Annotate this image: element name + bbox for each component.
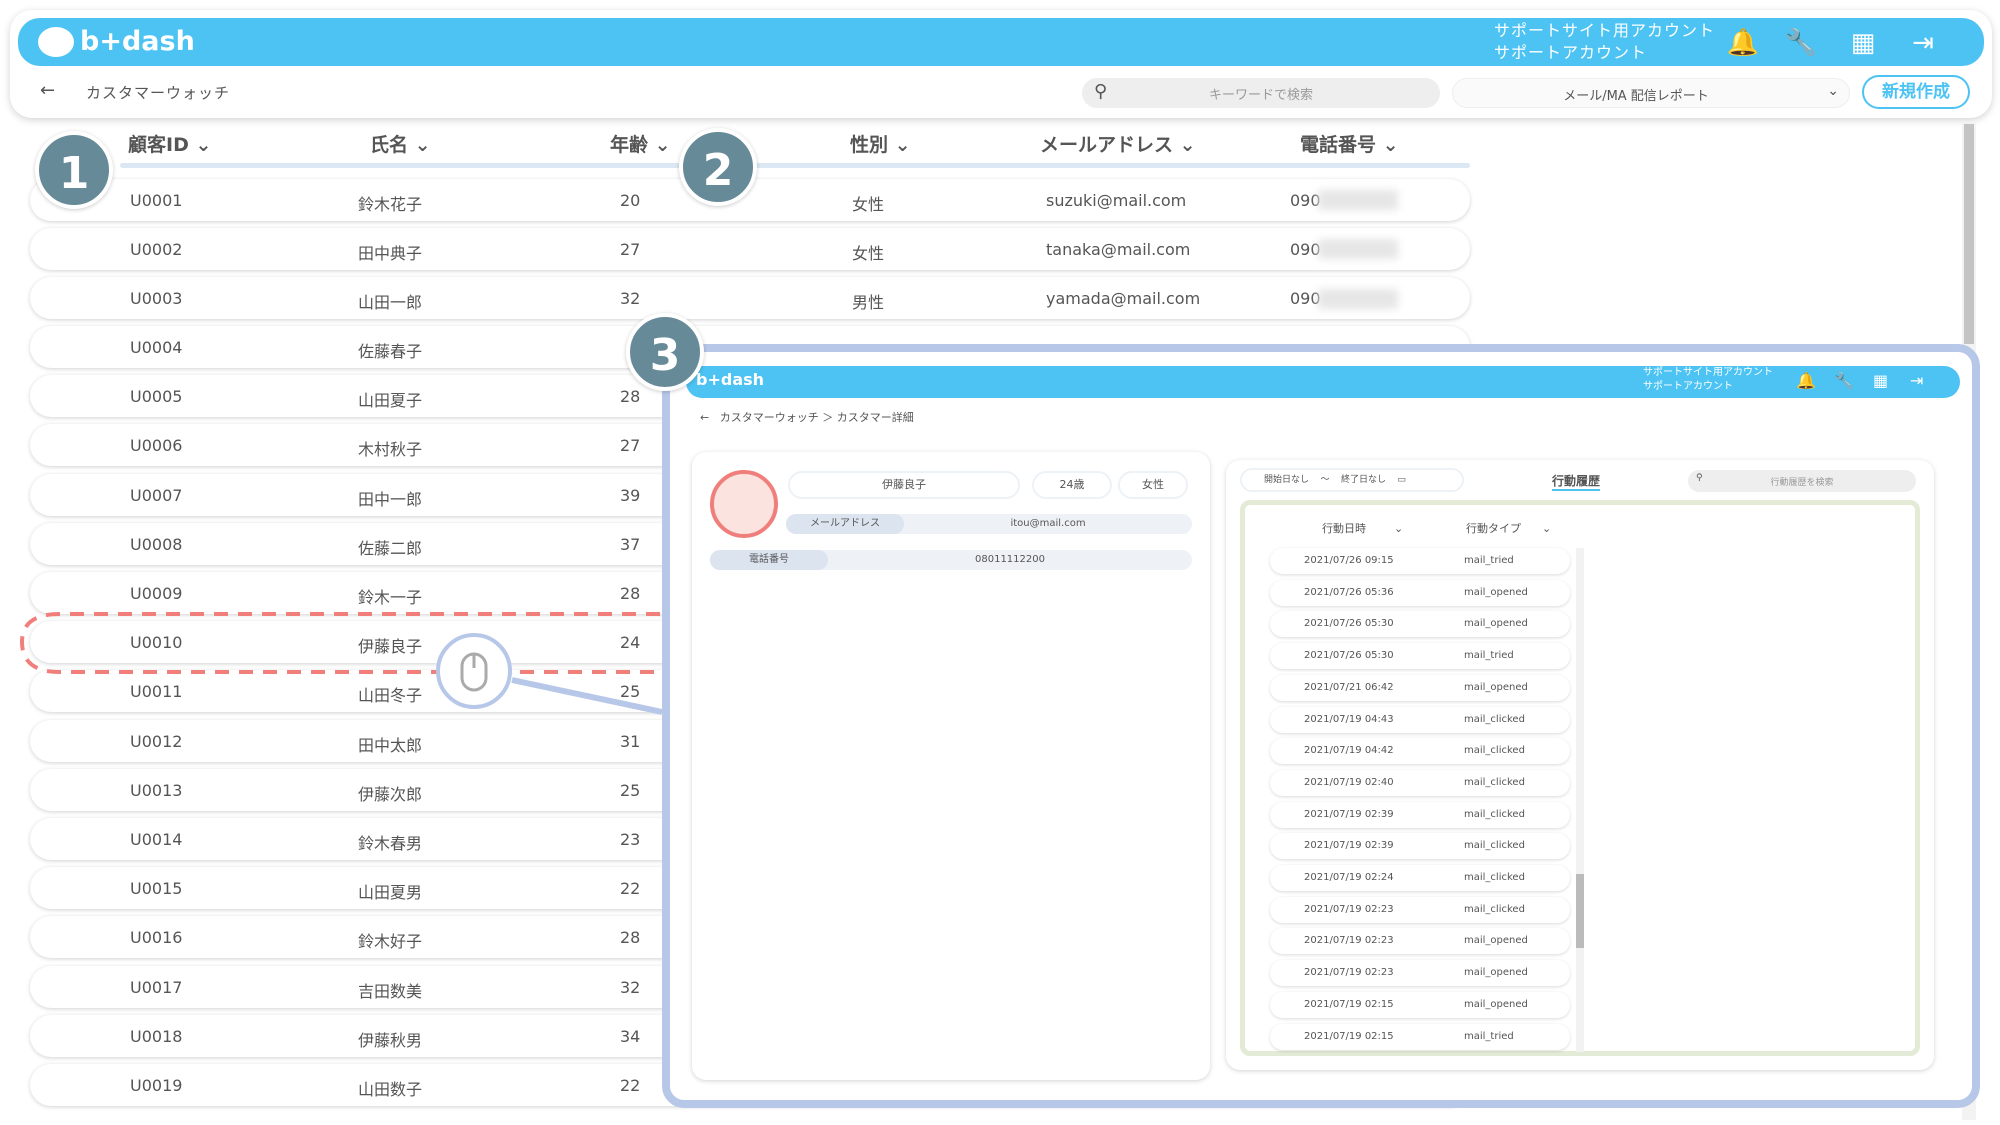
history-type: mail_opened [1464,935,1528,947]
history-date: 2021/07/19 02:23 [1304,903,1394,915]
history-title: 行動履歴 [1552,472,1601,491]
history-type: mail_opened [1464,586,1528,598]
history-date: 2021/07/21 06:42 [1304,681,1394,693]
detail-logout-icon[interactable]: ⇥ [1910,371,1923,390]
step-badge-1: 1 [35,131,113,209]
history-search-input[interactable]: ⚲ 行動履歴を検索 [1688,470,1916,492]
calendar-icon[interactable]: ▭ [1397,475,1406,485]
history-date: 2021/07/26 05:36 [1304,586,1394,598]
profile-age: 24歳 [1032,471,1112,499]
history-date: 2021/07/19 04:42 [1304,745,1394,757]
email-label: メールアドレス [786,514,904,534]
history-date: 2021/07/19 04:43 [1304,713,1394,725]
history-search-placeholder: 行動履歴を検索 [1770,478,1834,488]
history-date: 2021/07/19 02:23 [1304,935,1394,947]
history-type: mail_clicked [1464,713,1525,725]
step-badge-2: 2 [679,128,757,206]
phone-label: 電話番号 [710,550,828,570]
history-row[interactable]: 2021/07/19 04:43 mail_clicked [1270,706,1570,733]
history-row[interactable]: 2021/07/19 02:15 mail_opened [1270,991,1570,1018]
profile-gender: 女性 [1118,471,1188,499]
history-date: 2021/07/19 02:39 [1304,808,1394,820]
history-row[interactable]: 2021/07/19 02:23 mail_clicked [1270,896,1570,923]
mouse-click-icon [436,633,512,709]
history-type: mail_clicked [1464,903,1525,915]
date-range-separator: ～ [1320,475,1330,485]
detail-wrench-icon[interactable]: 🔧 [1834,371,1854,390]
history-type: mail_opened [1464,967,1528,979]
history-row[interactable]: 2021/07/26 09:15 mail_tried [1270,548,1570,574]
detail-bell-icon[interactable]: 🔔 [1796,371,1816,390]
detail-account-line2: サポートアカウント [1643,381,1733,392]
history-type: mail_clicked [1464,808,1525,820]
step-badge-3: 3 [626,313,704,391]
detail-logo[interactable]: b+dash [696,370,764,389]
phone-value: 08011112200 [975,554,1045,565]
history-date: 2021/07/19 02:23 [1304,967,1394,979]
end-date: 終了日なし [1340,475,1386,485]
history-row[interactable]: 2021/07/21 06:42 mail_opened [1270,674,1570,701]
history-type: mail_tried [1464,650,1514,662]
history-date: 2021/07/26 09:15 [1304,555,1394,566]
email-field: メールアドレス itou@mail.com [786,514,1192,534]
history-scrollbar[interactable] [1576,548,1584,1052]
history-date: 2021/07/19 02:15 [1304,998,1394,1010]
email-value: itou@mail.com [1010,518,1086,529]
col-action-type[interactable]: 行動タイプ ⌄ [1466,520,1551,536]
history-row[interactable]: 2021/07/19 02:39 mail_clicked [1270,801,1570,828]
history-type: mail_opened [1464,618,1528,630]
highlight-row-outline [19,612,660,674]
date-range-input[interactable]: 開始日なし ～ 終了日なし ▭ [1240,468,1464,492]
history-row[interactable]: 2021/07/26 05:36 mail_opened [1270,579,1570,606]
start-date: 開始日なし [1264,475,1310,485]
detail-grid-icon[interactable]: ▦ [1873,371,1888,390]
col-action-type-label: 行動タイプ [1466,522,1521,535]
history-date: 2021/07/19 02:39 [1304,840,1394,852]
history-type: mail_opened [1464,998,1528,1010]
avatar [710,470,778,538]
col-action-date-label: 行動日時 [1322,522,1366,535]
history-row[interactable]: 2021/07/19 02:40 mail_clicked [1270,769,1570,796]
history-date: 2021/07/26 05:30 [1304,650,1394,662]
history-scrollbar-thumb[interactable] [1576,874,1584,948]
detail-account-line1: サポートサイト用アカウント [1643,367,1773,378]
profile-name: 伊藤良子 [788,471,1020,499]
history-row[interactable]: 2021/07/19 04:42 mail_clicked [1270,738,1570,765]
callout-connector [511,677,663,715]
history-type: mail_clicked [1464,745,1525,757]
history-date: 2021/07/19 02:40 [1304,776,1394,788]
history-row[interactable]: 2021/07/26 05:30 mail_tried [1270,643,1570,670]
history-row[interactable]: 2021/07/19 02:23 mail_opened [1270,960,1570,987]
col-action-date[interactable]: 行動日時 ⌄ [1322,520,1403,536]
scrollbar-thumb[interactable] [1964,124,1974,344]
history-type: mail_clicked [1464,840,1525,852]
history-row[interactable]: 2021/07/19 02:15 mail_tried [1270,1023,1570,1050]
profile-card [692,452,1210,1080]
history-type: mail_clicked [1464,872,1525,883]
history-row[interactable]: 2021/07/19 02:39 mail_clicked [1270,833,1570,860]
history-row[interactable]: 2021/07/26 05:30 mail_opened [1270,611,1570,638]
history-date: 2021/07/19 02:15 [1304,1030,1394,1042]
history-type: mail_tried [1464,555,1514,566]
history-type: mail_opened [1464,681,1528,693]
history-date: 2021/07/19 02:24 [1304,872,1394,883]
detail-breadcrumb-text: カスタマーウォッチ ＞ カスタマー詳細 [719,411,914,424]
history-type: mail_clicked [1464,776,1525,788]
history-row[interactable]: 2021/07/19 02:24 mail_clicked [1270,865,1570,891]
detail-account-name[interactable]: サポートサイト用アカウント サポートアカウント [1643,366,1773,394]
phone-field: 電話番号 08011112200 [710,550,1192,570]
detail-breadcrumb: ← カスタマーウォッチ ＞ カスタマー詳細 [700,411,914,424]
history-type: mail_tried [1464,1030,1514,1042]
history-row[interactable]: 2021/07/19 02:23 mail_opened [1270,928,1570,955]
history-date: 2021/07/26 05:30 [1304,618,1394,630]
